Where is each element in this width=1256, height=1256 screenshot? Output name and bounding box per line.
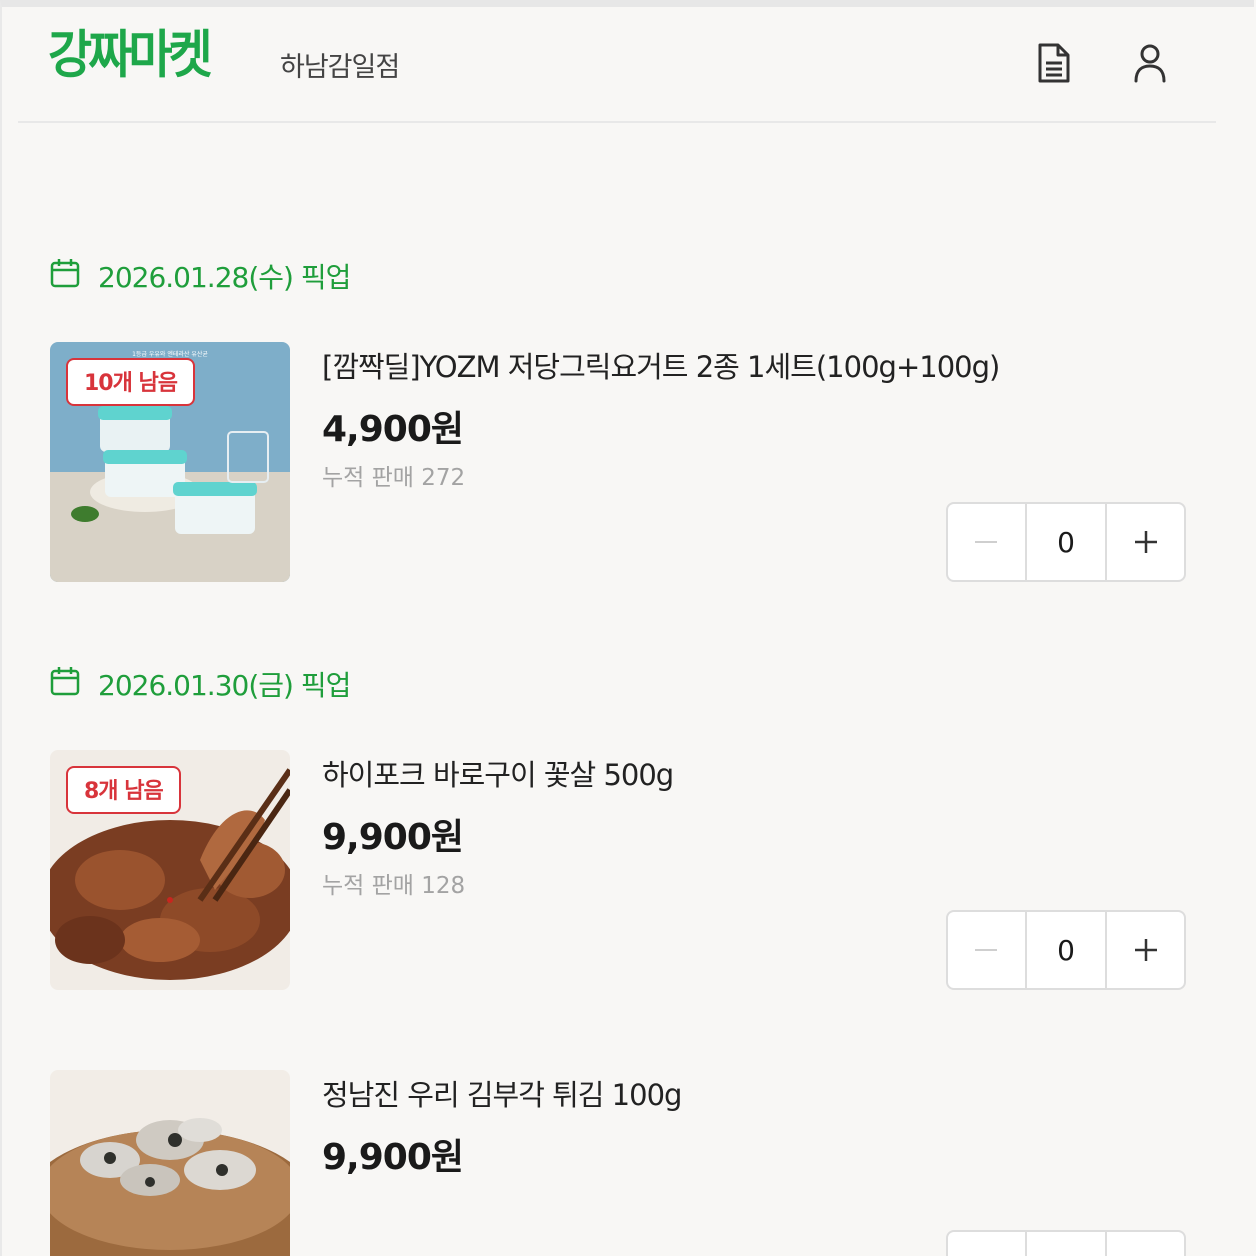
increase-button[interactable] [1107,912,1184,988]
quantity-value: 0 [1027,912,1108,988]
minus-icon [975,949,998,951]
product-card[interactable]: 정남진 우리 김부각 튀김 100g 9,900원 0 [50,1070,1186,1256]
product-image[interactable] [50,1070,290,1256]
pickup-date-label: 2026.01.28(수) 픽업 [98,261,351,294]
quantity-stepper: 0 [946,502,1186,582]
decrease-button[interactable] [948,1232,1027,1256]
orders-button[interactable] [1034,41,1074,85]
product-name[interactable]: 하이포크 바로구이 꽃살 500g [322,752,674,794]
quantity-value: 0 [1027,1232,1108,1256]
quantity-stepper: 0 [946,910,1186,990]
cumulative-sales: 누적 판매 272 [322,465,466,491]
product-price: 4,900원 [322,409,464,450]
user-icon [1134,44,1166,83]
product-card[interactable]: 1등급 우유와 엔테라산 유산균 10개 남음 [깜짝딜]YOZM 저당그릭요거… [50,342,1186,584]
product-card[interactable]: 8개 남음 하이포크 바로구이 꽃살 500g 9,900원 누적 판매 128… [50,750,1186,992]
calendar-icon [50,667,80,696]
header: 강짜마켓 하남감일점 [18,7,1216,123]
stock-remaining-badge: 10개 남음 [66,358,195,406]
calendar-icon [50,259,80,288]
plus-icon [1134,939,1157,961]
product-image[interactable]: 1등급 우유와 엔테라산 유산균 10개 남음 [50,342,290,582]
svg-text:1등급 우유와 엔테라산 유산균: 1등급 우유와 엔테라산 유산균 [132,350,208,358]
cumulative-sales: 누적 판매 128 [322,873,466,899]
store-name[interactable]: 하남감일점 [280,45,400,84]
product-image[interactable]: 8개 남음 [50,750,290,990]
product-price: 9,900원 [322,1137,464,1178]
product-name[interactable]: [깜짝딜]YOZM 저당그릭요거트 2종 1세트(100g+100g) [322,344,1000,386]
stock-remaining-badge: 8개 남음 [66,766,181,814]
product-name[interactable]: 정남진 우리 김부각 튀김 100g [322,1072,682,1114]
increase-button[interactable] [1107,504,1184,580]
plus-icon [1134,531,1157,553]
decrease-button[interactable] [948,504,1027,580]
decrease-button[interactable] [948,912,1027,988]
page: 강짜마켓 하남감일점 2026.01.28(수) 픽업 1등급 우유와 엔테라산… [0,0,1254,1256]
store-logo[interactable]: 강짜마켓 [48,29,213,81]
increase-button[interactable] [1107,1232,1184,1256]
document-icon [1038,43,1070,83]
pickup-date-label: 2026.01.30(금) 픽업 [98,669,351,702]
quantity-value: 0 [1027,504,1108,580]
minus-icon [975,541,998,543]
quantity-stepper: 0 [946,1230,1186,1256]
profile-button[interactable] [1130,41,1170,85]
seaweed-chips-photo [50,1070,290,1256]
product-price: 9,900원 [322,817,464,858]
